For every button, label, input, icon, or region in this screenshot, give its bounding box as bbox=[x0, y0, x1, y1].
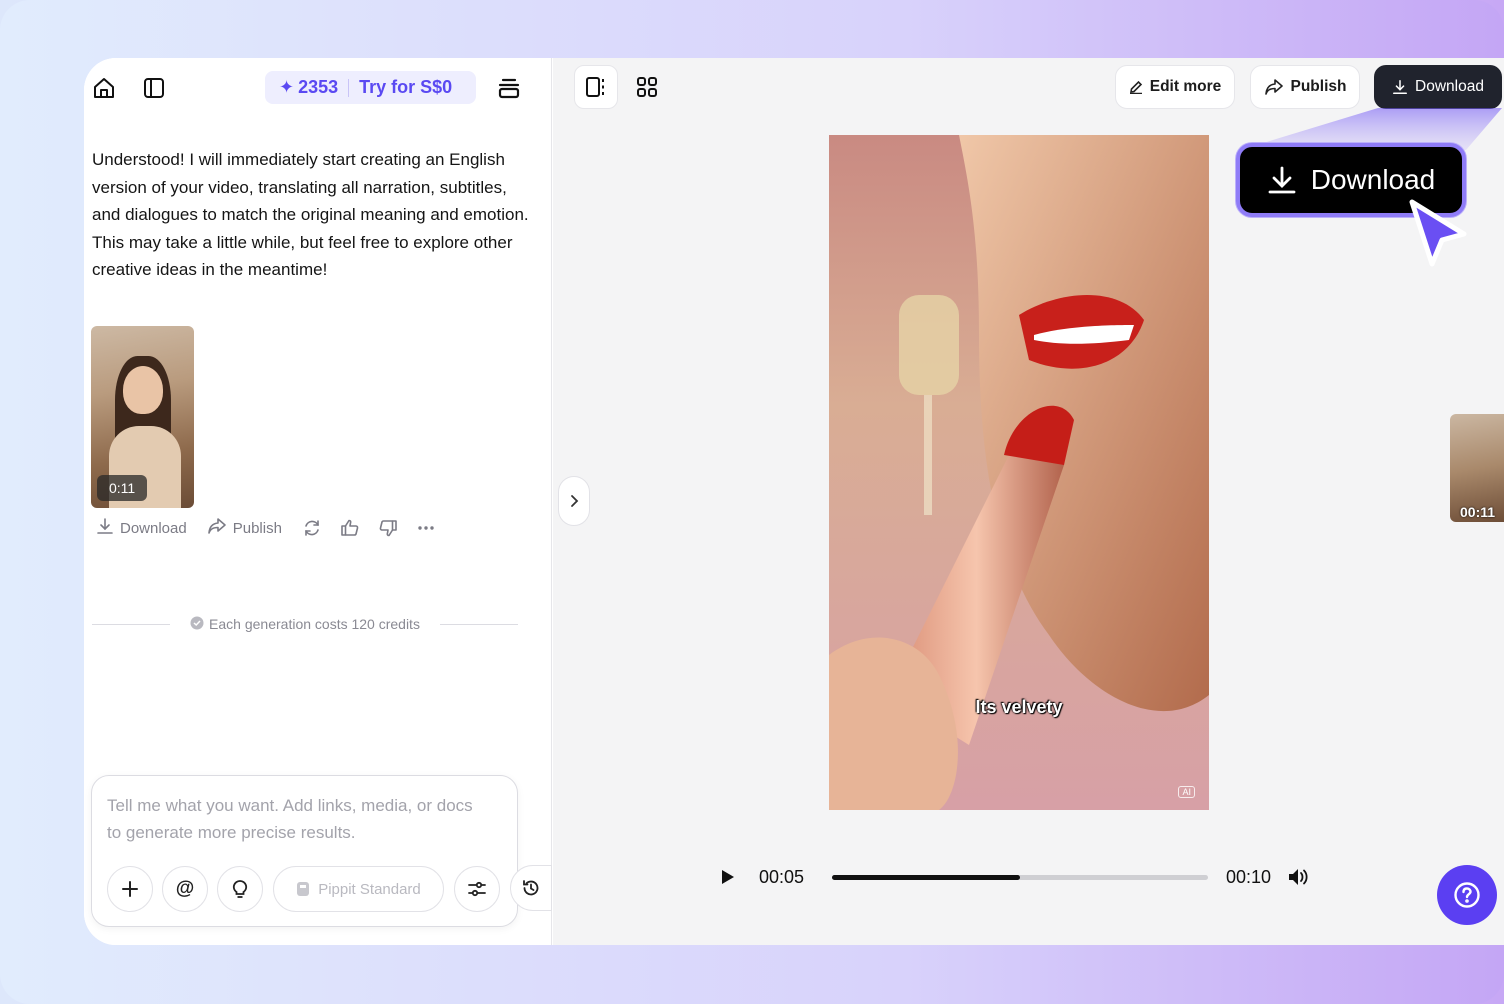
publish-button[interactable]: Publish bbox=[1250, 65, 1360, 109]
assistant-message: Understood! I will immediately start cre… bbox=[92, 150, 529, 280]
play-icon[interactable] bbox=[721, 869, 743, 885]
thumbnail-face-shape bbox=[123, 366, 163, 414]
current-time: 00:05 bbox=[759, 866, 805, 887]
edit-more-label: Edit more bbox=[1149, 78, 1222, 95]
expand-panel-button[interactable] bbox=[558, 476, 590, 526]
more-options-icon[interactable] bbox=[416, 518, 436, 538]
sparkle-icon: ✦ bbox=[279, 77, 295, 97]
callout-label: Download bbox=[1310, 164, 1436, 195]
ideas-button[interactable] bbox=[217, 866, 263, 912]
grid-icon bbox=[637, 77, 657, 97]
ai-badge: AI bbox=[1178, 786, 1195, 798]
cost-divider-right bbox=[439, 623, 518, 625]
share-arrow-icon bbox=[207, 517, 227, 539]
at-sign-icon: @ bbox=[175, 878, 195, 899]
mention-button[interactable]: @ bbox=[162, 866, 208, 912]
plus-icon bbox=[122, 881, 138, 897]
prompt-input[interactable]: Tell me what you want. Add links, media,… bbox=[107, 792, 487, 846]
history-icon bbox=[523, 880, 539, 896]
credits-count: 2353 bbox=[298, 77, 339, 97]
sidebar-toggle-icon[interactable] bbox=[140, 74, 168, 102]
thumbs-down-icon[interactable] bbox=[378, 518, 398, 538]
cost-text: Each generation costs 120 credits bbox=[209, 616, 420, 632]
add-attachment-button[interactable] bbox=[107, 866, 153, 912]
model-selector[interactable]: Pippit Standard bbox=[273, 866, 444, 912]
thumbs-up-icon[interactable] bbox=[340, 518, 360, 538]
model-icon bbox=[297, 882, 310, 896]
single-view-icon bbox=[586, 77, 604, 97]
publish-action-label: Publish bbox=[232, 519, 282, 537]
download-icon bbox=[1393, 80, 1408, 94]
publish-label: Publish bbox=[1290, 78, 1347, 95]
volume-icon[interactable] bbox=[1287, 867, 1309, 887]
model-name: Pippit Standard bbox=[318, 880, 421, 898]
share-arrow-icon bbox=[1264, 79, 1283, 95]
history-button[interactable] bbox=[510, 865, 552, 911]
settings-button[interactable] bbox=[454, 866, 500, 912]
download-icon bbox=[1268, 166, 1296, 194]
single-view-toggle[interactable] bbox=[574, 65, 618, 109]
regenerate-icon[interactable] bbox=[302, 518, 322, 538]
prompt-composer[interactable]: Tell me what you want. Add links, media,… bbox=[91, 775, 518, 927]
progress-bar[interactable] bbox=[832, 875, 1208, 880]
lightbulb-icon bbox=[232, 880, 248, 898]
video-subtitle: Its velvety bbox=[975, 697, 1063, 717]
help-icon bbox=[1454, 882, 1480, 908]
thumbnail-duration: 0:11 bbox=[97, 475, 148, 501]
stack-icon[interactable] bbox=[494, 73, 524, 103]
generation-cost-note: Each generation costs 120 credits bbox=[92, 614, 518, 634]
chat-topbar: ✦ 2353 Try for S$0 bbox=[84, 58, 552, 118]
side-video-thumbnail[interactable]: 00:11 bbox=[1450, 414, 1504, 522]
download-button[interactable]: Download bbox=[1374, 65, 1502, 109]
generated-video-thumbnail[interactable]: 0:11 bbox=[91, 326, 194, 508]
side-thumbnail-duration: 00:11 bbox=[1460, 504, 1496, 520]
progress-fill bbox=[832, 875, 1020, 880]
download-action-label: Download bbox=[120, 519, 187, 537]
grid-view-toggle[interactable] bbox=[625, 65, 669, 109]
message-actions: Download Publish bbox=[96, 516, 454, 540]
chevron-right-icon bbox=[571, 495, 579, 507]
help-button[interactable] bbox=[1437, 865, 1497, 925]
mouse-pointer-icon bbox=[1406, 196, 1472, 275]
download-icon bbox=[96, 517, 114, 539]
home-icon[interactable] bbox=[90, 74, 118, 102]
download-label: Download bbox=[1415, 78, 1484, 95]
publish-action[interactable]: Publish bbox=[207, 517, 282, 539]
credits-badge[interactable]: ✦ 2353 Try for S$0 bbox=[265, 71, 476, 104]
download-action[interactable]: Download bbox=[96, 517, 187, 539]
cost-divider-left bbox=[92, 623, 171, 625]
chat-panel: ✦ 2353 Try for S$0 Understood! I will im… bbox=[84, 58, 552, 945]
edit-more-button[interactable]: Edit more bbox=[1115, 65, 1235, 109]
sliders-icon bbox=[468, 881, 486, 897]
total-time: 00:10 bbox=[1226, 866, 1272, 887]
credits-divider bbox=[348, 78, 350, 97]
try-free-link[interactable]: Try for S$0 bbox=[359, 77, 452, 98]
video-player-controls: 00:05 00:10 bbox=[721, 862, 1321, 892]
cost-text-group: Each generation costs 120 credits bbox=[190, 616, 420, 633]
pencil-icon bbox=[1129, 80, 1142, 94]
check-circle-icon bbox=[190, 616, 204, 633]
video-preview[interactable]: Its velvety AI bbox=[829, 135, 1209, 810]
